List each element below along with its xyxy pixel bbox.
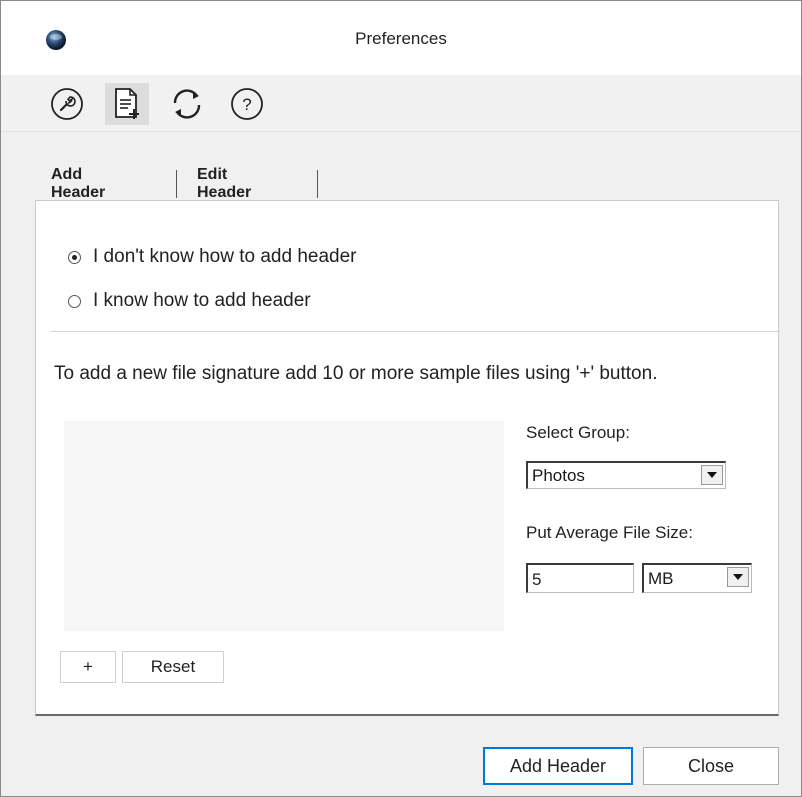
tab-add-header-label: Add Header (51, 166, 106, 201)
add-header-button-label: Add Header (509, 755, 607, 776)
file-size-input[interactable] (526, 563, 634, 593)
instruction-text: To add a new file signature add 10 or mo… (54, 363, 658, 384)
radio-button-unchecked[interactable] (68, 294, 81, 308)
toolbar: ? (1, 75, 801, 132)
svg-text:?: ? (242, 95, 251, 114)
tab-edit-header-label: Edit Header (197, 166, 252, 201)
dropdown-arrow-icon[interactable] (701, 465, 723, 485)
select-group-label: Select Group: (526, 423, 630, 442)
tab-divider (176, 170, 177, 198)
toolbar-refresh-button[interactable] (165, 83, 209, 125)
document-add-icon (115, 88, 139, 119)
add-sample-label: + (83, 657, 93, 676)
dropdown-arrow-icon[interactable] (727, 567, 749, 587)
tab-divider (317, 170, 318, 198)
section-divider (50, 331, 780, 332)
toolbar-help-button[interactable]: ? (225, 83, 269, 125)
toolbar-settings-button[interactable] (45, 83, 89, 125)
file-size-unit-value: MB (648, 568, 674, 588)
radio-know-label: I know how to add header (93, 290, 311, 311)
group-select[interactable]: Photos (526, 461, 726, 489)
title-bar: Preferences (1, 1, 801, 75)
refresh-icon (173, 89, 201, 119)
close-button-label: Close (687, 755, 735, 776)
add-sample-button[interactable]: + (60, 651, 116, 683)
reset-button[interactable]: Reset (122, 651, 224, 683)
average-file-size-label: Put Average File Size: (526, 523, 693, 542)
radio-button-checked[interactable] (68, 250, 81, 264)
add-header-button[interactable]: Add Header (483, 747, 633, 785)
sample-files-list[interactable] (64, 421, 504, 631)
help-icon: ? (231, 88, 263, 120)
group-select-value: Photos (532, 465, 585, 485)
close-button[interactable]: Close (643, 747, 779, 785)
tab-edit-header[interactable]: Edit Header (197, 164, 251, 204)
window-title: Preferences (355, 29, 447, 48)
radio-dont-know-option[interactable]: I don't know how to add header (68, 246, 356, 268)
radio-dont-know-label: I don't know how to add header (93, 246, 357, 267)
content-area: Add Header Edit Header I don't know how … (1, 132, 801, 796)
file-size-unit-select[interactable]: MB (642, 563, 752, 593)
add-header-panel: I don't know how to add header I know ho… (35, 200, 780, 716)
tab-add-header[interactable]: Add Header (51, 164, 105, 204)
radio-know-option[interactable]: I know how to add header (68, 290, 311, 312)
wrench-icon (51, 88, 83, 120)
reset-label: Reset (150, 657, 196, 676)
preferences-window: Preferences ? Add Header Edit Header I d… (0, 0, 802, 797)
toolbar-add-header-button[interactable] (105, 83, 149, 125)
